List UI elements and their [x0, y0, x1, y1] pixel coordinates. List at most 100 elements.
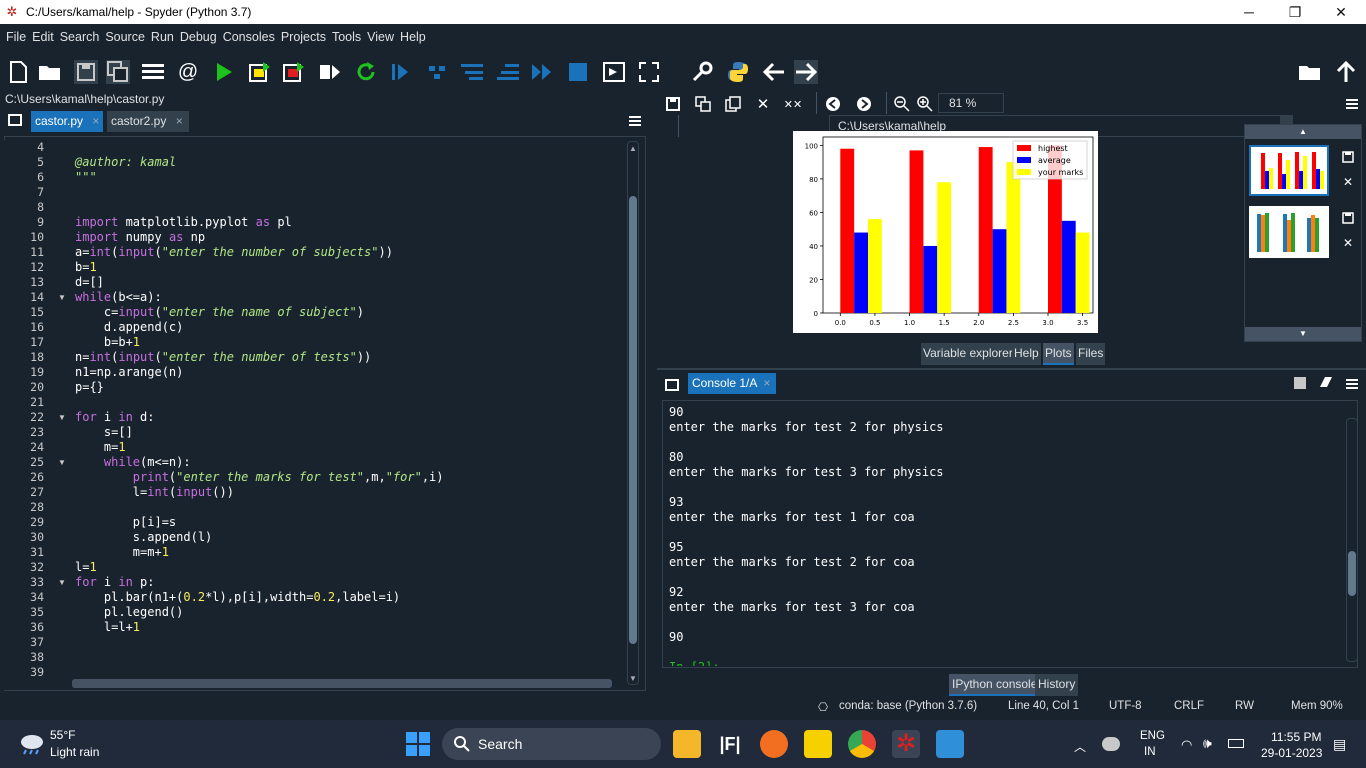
clock-date[interactable]: 29-01-2023: [1261, 746, 1322, 760]
close-button[interactable]: ✕: [1318, 0, 1364, 24]
debug-icon[interactable]: [390, 60, 414, 84]
remove-thumbnail-icon[interactable]: ✕: [1343, 175, 1353, 189]
menu-debug[interactable]: Debug: [180, 30, 217, 44]
save-plot-icon[interactable]: [661, 92, 685, 116]
spyder-taskbar-icon[interactable]: ✲: [892, 730, 920, 758]
tab-variable-explorer[interactable]: Variable explorer: [921, 343, 1015, 365]
plot-thumbnail-2[interactable]: [1249, 206, 1329, 258]
weather-rain-icon[interactable]: [18, 733, 46, 760]
fullscreen-icon[interactable]: [637, 60, 661, 84]
volume-icon[interactable]: 🕪: [1203, 735, 1212, 752]
notifications-icon[interactable]: ▤: [1333, 736, 1346, 753]
save-thumbnail-icon[interactable]: [1342, 211, 1354, 229]
next-plot-icon[interactable]: [852, 92, 876, 116]
editor-scroll-thumb[interactable]: [629, 196, 637, 644]
menu-run[interactable]: Run: [151, 30, 174, 44]
browse-tabs-icon[interactable]: [665, 378, 679, 396]
plot-thumbnail-1[interactable]: [1249, 145, 1329, 196]
tab-castor2[interactable]: castor2.py ×: [107, 111, 189, 132]
weather-desc[interactable]: Light rain: [50, 745, 99, 759]
windows-start-icon[interactable]: [406, 732, 430, 761]
editor-options-icon[interactable]: [625, 113, 643, 134]
pane-divider[interactable]: [657, 368, 1366, 370]
scroll-down-arrow-icon[interactable]: ▼: [629, 674, 637, 683]
menu-view[interactable]: View: [367, 30, 394, 44]
step-return-icon[interactable]: [496, 60, 520, 84]
menu-file[interactable]: File: [6, 30, 26, 44]
menu-search[interactable]: Search: [60, 30, 100, 44]
new-file-icon[interactable]: [6, 60, 30, 84]
menu-tools[interactable]: Tools: [332, 30, 361, 44]
save-all-icon[interactable]: [106, 60, 130, 84]
clear-console-icon[interactable]: [1318, 375, 1334, 394]
chrome-icon[interactable]: [848, 730, 876, 758]
save-all-plots-icon[interactable]: [691, 92, 715, 116]
browse-tabs-icon[interactable]: [4, 112, 24, 133]
tab-close-icon[interactable]: ×: [176, 114, 183, 128]
scroll-up-arrow-icon[interactable]: ▲: [629, 144, 637, 153]
cloud-sync-icon[interactable]: [1102, 737, 1120, 751]
paint-icon[interactable]: [936, 730, 964, 758]
save-icon[interactable]: [74, 60, 98, 84]
clock-time[interactable]: 11:55 PM: [1271, 730, 1321, 744]
tab-files[interactable]: Files: [1076, 343, 1106, 365]
tab-help[interactable]: Help: [1012, 343, 1041, 365]
step-into-icon[interactable]: [460, 60, 484, 84]
zoom-level-field[interactable]: 81 %: [938, 93, 1004, 113]
tab-console[interactable]: Console 1/A ×: [688, 373, 776, 394]
maximize-pane-icon[interactable]: [602, 60, 626, 84]
thumb-scroll-up-icon[interactable]: ▲: [1245, 125, 1361, 139]
chevron-up-icon[interactable]: ︿: [1074, 738, 1086, 755]
wifi-icon[interactable]: ◠: [1181, 737, 1192, 753]
at-icon[interactable]: @: [176, 60, 200, 84]
save-thumbnail-icon[interactable]: [1342, 150, 1354, 168]
editor-horizontal-scrollbar[interactable]: [72, 679, 612, 688]
thumb-scroll-down-icon[interactable]: ▼: [1245, 327, 1361, 341]
app-f-icon[interactable]: |F|: [716, 730, 744, 758]
menu-consoles[interactable]: Consoles: [223, 30, 275, 44]
minimize-button[interactable]: ─: [1226, 0, 1272, 24]
browse-folder-icon[interactable]: [1298, 60, 1322, 84]
menu-help[interactable]: Help: [400, 30, 426, 44]
language-secondary[interactable]: IN: [1144, 746, 1156, 758]
back-arrow-icon[interactable]: [762, 60, 786, 84]
ipython-console[interactable]: [662, 400, 1358, 668]
console-scrollbar[interactable]: [1346, 418, 1358, 662]
sticky-notes-icon[interactable]: [804, 730, 832, 758]
maximize-button[interactable]: ❐: [1272, 0, 1318, 24]
previous-plot-icon[interactable]: [821, 92, 845, 116]
file-explorer-icon[interactable]: [673, 730, 701, 758]
run-cell-advance-icon[interactable]: [282, 60, 306, 84]
taskbar-search[interactable]: Search: [442, 728, 661, 760]
fold-arrow-icon[interactable]: ▼: [58, 458, 66, 467]
remove-thumbnail-icon[interactable]: ✕: [1343, 236, 1353, 250]
python-path-icon[interactable]: [726, 60, 750, 84]
open-folder-icon[interactable]: [38, 60, 62, 84]
interrupt-kernel-icon[interactable]: [1294, 377, 1306, 389]
forward-arrow-icon[interactable]: [794, 60, 818, 84]
rerun-icon[interactable]: [354, 60, 378, 84]
list-icon[interactable]: [141, 60, 165, 84]
tab-castor[interactable]: castor.py ×: [31, 111, 103, 132]
weather-temp[interactable]: 55°F: [50, 728, 75, 742]
menu-projects[interactable]: Projects: [281, 30, 326, 44]
language-primary[interactable]: ENG: [1140, 730, 1165, 742]
fold-arrow-icon[interactable]: ▼: [58, 293, 66, 302]
menu-source[interactable]: Source: [105, 30, 145, 44]
plots-options-icon[interactable]: [1340, 92, 1364, 116]
tab-close-icon[interactable]: ×: [92, 114, 99, 128]
zoom-out-icon[interactable]: [890, 92, 914, 116]
fold-arrow-icon[interactable]: ▼: [58, 578, 66, 587]
tab-plots[interactable]: Plots: [1043, 343, 1074, 365]
console-scroll-thumb[interactable]: [1348, 551, 1356, 596]
preferences-wrench-icon[interactable]: [690, 60, 714, 84]
step-icon[interactable]: [426, 60, 450, 84]
firefox-icon[interactable]: [760, 730, 788, 758]
battery-icon[interactable]: [1228, 739, 1244, 748]
remove-plot-icon[interactable]: ✕: [751, 92, 775, 116]
continue-icon[interactable]: [530, 60, 554, 84]
run-cell-icon[interactable]: [248, 60, 272, 84]
console-options-icon[interactable]: [1346, 377, 1358, 395]
remove-all-plots-icon[interactable]: ✕✕: [781, 92, 805, 116]
tab-history[interactable]: History: [1035, 674, 1079, 696]
